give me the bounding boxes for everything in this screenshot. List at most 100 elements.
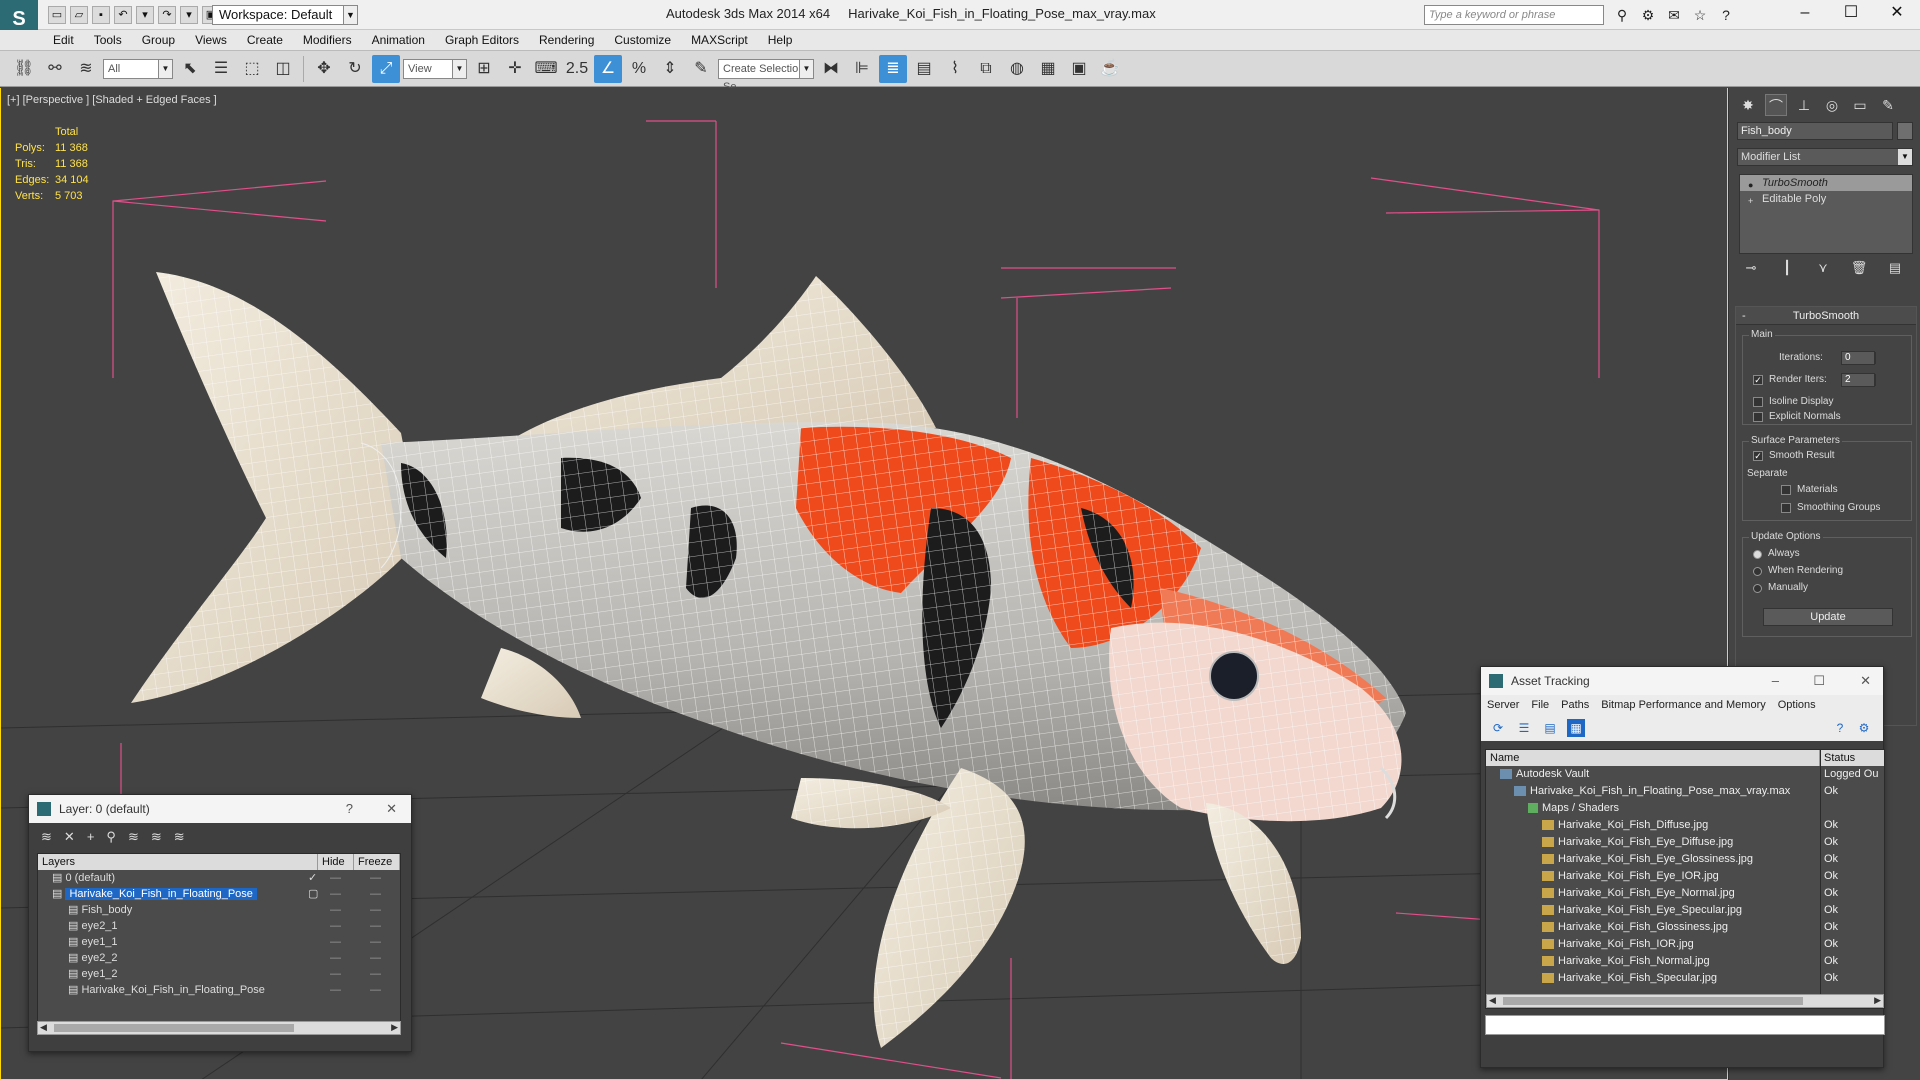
asset-row[interactable]: Autodesk Vault Logged Ou	[1486, 766, 1884, 783]
bind-space-warp-icon[interactable]: ≋	[72, 55, 100, 83]
freeze-all-layers-icon[interactable]: ≋	[174, 829, 185, 845]
asset-menu-options[interactable]: Options	[1778, 695, 1816, 715]
object-name-field[interactable]: Fish_body	[1737, 122, 1893, 140]
asset-row[interactable]: Harivake_Koi_Fish_Eye_Diffuse.jpg Ok	[1486, 834, 1884, 851]
curve-editor-icon[interactable]: ⌇	[941, 55, 969, 83]
chevron-down-icon[interactable]: ▼	[158, 59, 172, 78]
chevron-down-icon[interactable]: ▼	[1898, 149, 1912, 165]
render-iters-spinner[interactable]: 2	[1841, 373, 1876, 387]
angle-snap-icon[interactable]: ∠	[594, 54, 622, 83]
menu-item-tools[interactable]: Tools	[89, 30, 137, 50]
help-icon[interactable]: ?	[1716, 5, 1736, 25]
schematic-view-icon[interactable]: ⧉	[972, 55, 1000, 83]
hierarchy-tab-icon[interactable]: ⊥	[1793, 94, 1815, 116]
table-view-icon[interactable]: ▦	[1567, 719, 1585, 737]
layer-row[interactable]: ▤ eye1_1 — —	[38, 934, 400, 950]
smoothing-groups-checkbox[interactable]	[1781, 503, 1791, 513]
snaps-toggle-icon[interactable]: 2.5	[563, 55, 591, 83]
asset-row[interactable]: Harivake_Koi_Fish_Diffuse.jpg Ok	[1486, 817, 1884, 834]
keyboard-shortcut-override-icon[interactable]: ⌨	[532, 55, 560, 83]
current-layer-icon[interactable]: ✓	[308, 870, 317, 886]
rotate-icon[interactable]: ↻	[341, 55, 369, 83]
freeze-toggle[interactable]: —	[370, 886, 381, 902]
menu-item-customize[interactable]: Customize	[609, 30, 686, 50]
select-and-link-icon[interactable]: ⛓	[10, 55, 38, 83]
layer-row[interactable]: ▤ Harivake_Koi_Fish_in_Floating_Pose ▢ — —	[38, 886, 400, 902]
asset-row[interactable]: Harivake_Koi_Fish_Specular.jpg Ok	[1486, 970, 1884, 987]
freeze-toggle[interactable]: —	[370, 982, 381, 998]
col-layers[interactable]: Layers	[38, 854, 318, 870]
hide-toggle[interactable]: —	[330, 966, 341, 982]
motion-tab-icon[interactable]: ◎	[1821, 94, 1843, 116]
scroll-left-icon[interactable]: ◀	[40, 1022, 47, 1033]
menu-item-animation[interactable]: Animation	[367, 30, 440, 50]
create-tab-icon[interactable]: ✸	[1737, 94, 1759, 116]
save-icon[interactable]: ▪	[92, 6, 110, 24]
align-icon[interactable]: ⊫	[848, 55, 876, 83]
graphite-ribbon-icon[interactable]: ▤	[910, 55, 938, 83]
current-layer-icon[interactable]: ▢	[308, 886, 318, 902]
chevron-down-icon[interactable]: ▼	[343, 6, 357, 24]
redo-dropdown-icon[interactable]: ▾	[180, 6, 198, 24]
asset-row[interactable]: Harivake_Koi_Fish_in_Floating_Pose_max_v…	[1486, 783, 1884, 800]
object-color-swatch[interactable]	[1897, 122, 1913, 140]
asset-menu-paths[interactable]: Paths	[1561, 695, 1589, 715]
manually-radio[interactable]	[1753, 583, 1762, 593]
material-editor-icon[interactable]: ◍	[1003, 55, 1031, 83]
refresh-icon[interactable]: ⟳	[1489, 719, 1507, 737]
asset-horizontal-scrollbar[interactable]: ◀ ▶	[1486, 994, 1884, 1008]
freeze-toggle[interactable]: —	[370, 870, 381, 886]
unlink-icon[interactable]: ⚯	[41, 55, 69, 83]
hide-toggle[interactable]: —	[330, 870, 341, 886]
configure-sets-icon[interactable]: ▤	[1883, 260, 1907, 280]
hide-toggle[interactable]: —	[330, 902, 341, 918]
freeze-toggle[interactable]: —	[370, 966, 381, 982]
help-button[interactable]: ?	[346, 795, 353, 823]
layer-row[interactable]: ▤ eye1_2 — —	[38, 966, 400, 982]
vault-settings-icon[interactable]: ⚙	[1855, 719, 1873, 737]
modifier-list-select[interactable]: Modifier List ▼	[1737, 148, 1913, 166]
undo-icon[interactable]: ↶	[114, 6, 132, 24]
layer-row[interactable]: ▤ eye2_1 — —	[38, 918, 400, 934]
close-icon[interactable]: ✕	[1860, 667, 1871, 695]
chevron-down-icon[interactable]: ▼	[452, 59, 466, 78]
utilities-tab-icon[interactable]: ✎	[1877, 94, 1899, 116]
communication-icon[interactable]: ✉	[1664, 5, 1684, 25]
always-radio[interactable]	[1753, 549, 1762, 559]
menu-item-group[interactable]: Group	[137, 30, 190, 50]
col-hide[interactable]: Hide	[318, 854, 354, 870]
isoline-checkbox[interactable]	[1753, 397, 1763, 407]
layer-horizontal-scrollbar[interactable]: ◀ ▶	[37, 1021, 401, 1035]
asset-row[interactable]: Harivake_Koi_Fish_Eye_Glossiness.jpg Ok	[1486, 851, 1884, 868]
close-button[interactable]: ✕	[386, 795, 397, 823]
rendered-frame-window-icon[interactable]: ▣	[1065, 55, 1093, 83]
when-rendering-radio[interactable]	[1753, 566, 1762, 576]
asset-row[interactable]: Harivake_Koi_Fish_Eye_Normal.jpg Ok	[1486, 885, 1884, 902]
close-icon[interactable]: ✕	[1874, 0, 1920, 26]
freeze-toggle[interactable]: —	[370, 918, 381, 934]
modify-tab-icon[interactable]: ⌒	[1765, 94, 1787, 116]
select-in-layer-icon[interactable]: ⚲	[106, 829, 116, 845]
materials-checkbox[interactable]	[1781, 485, 1791, 495]
asset-row[interactable]: Harivake_Koi_Fish_Eye_Specular.jpg Ok	[1486, 902, 1884, 919]
help-icon[interactable]: ?	[1831, 719, 1849, 737]
menu-item-rendering[interactable]: Rendering	[534, 30, 609, 50]
menu-item-views[interactable]: Views	[190, 30, 242, 50]
render-setup-icon[interactable]: ▦	[1034, 55, 1062, 83]
layer-window-titlebar[interactable]: Layer: 0 (default) ? ✕	[29, 795, 411, 823]
scroll-thumb[interactable]	[54, 1024, 294, 1032]
expand-icon[interactable]: +	[1748, 193, 1753, 209]
window-crossing-icon[interactable]: ◫	[269, 55, 297, 83]
selection-filter-select[interactable]: All ▼	[103, 58, 173, 79]
iterations-spinner[interactable]: 0	[1841, 351, 1876, 365]
menu-item-edit[interactable]: Edit	[48, 30, 89, 50]
open-file-icon[interactable]: ▱	[70, 6, 88, 24]
chevron-down-icon[interactable]: ▼	[799, 59, 813, 78]
menu-item-create[interactable]: Create	[242, 30, 298, 50]
binoculars-icon[interactable]: ⚲	[1612, 5, 1632, 25]
render-production-icon[interactable]: ☕	[1096, 55, 1124, 83]
rollout-header[interactable]: - TurboSmooth	[1736, 307, 1916, 325]
menu-item-modifiers[interactable]: Modifiers	[298, 30, 367, 50]
maximize-icon[interactable]: ☐	[1828, 0, 1874, 26]
viewport-label[interactable]: [+] [Perspective ] [Shaded + Edged Faces…	[7, 94, 217, 106]
